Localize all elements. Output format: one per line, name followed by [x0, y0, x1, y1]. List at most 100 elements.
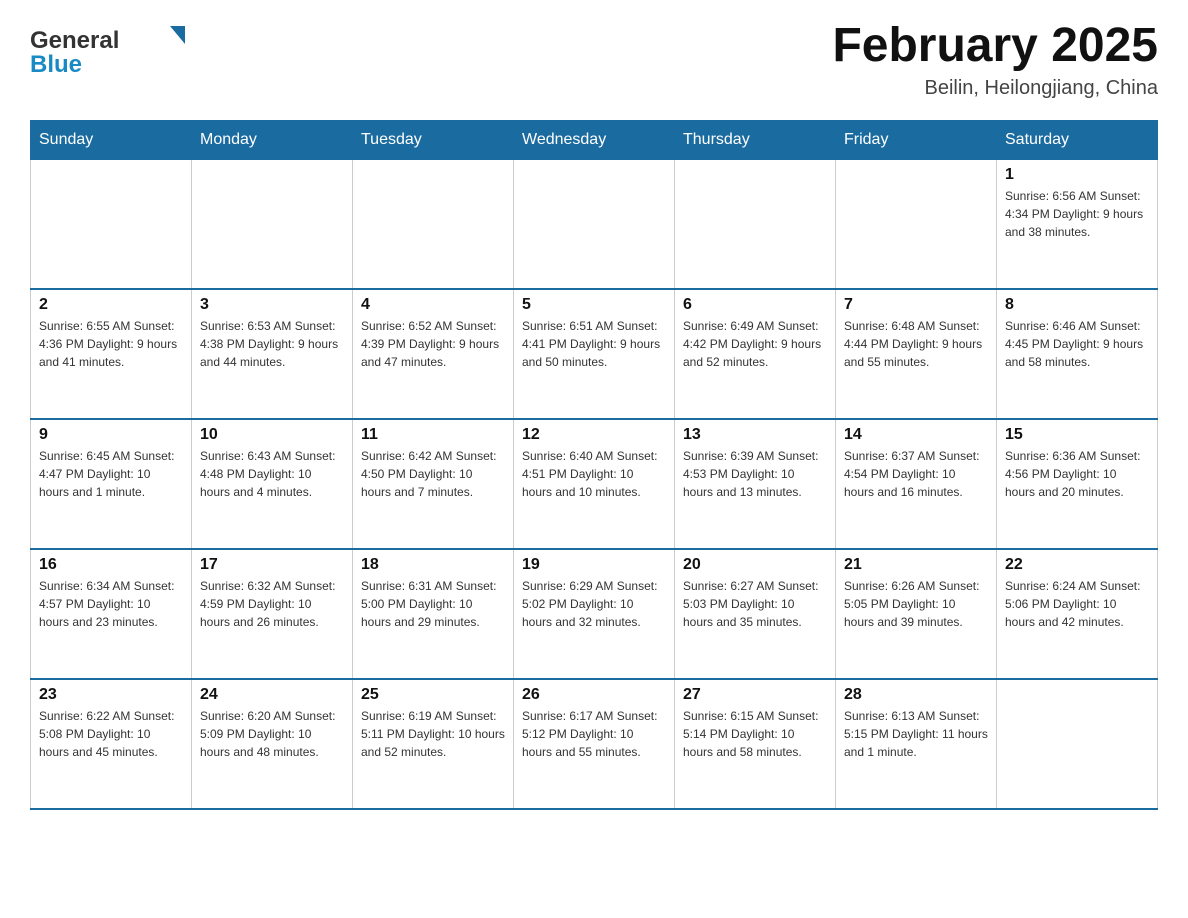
day-cell: 17 Sunrise: 6:32 AM Sunset: 4:59 PM Dayli…: [192, 549, 353, 679]
day-number: 4: [361, 296, 505, 314]
day-cell: 22 Sunrise: 6:24 AM Sunset: 5:06 PM Dayli…: [997, 549, 1158, 679]
day-cell: 13 Sunrise: 6:39 AM Sunset: 4:53 PM Dayli…: [675, 419, 836, 549]
day-number: 11: [361, 426, 505, 444]
day-cell: [997, 679, 1158, 809]
day-info: Sunrise: 6:56 AM Sunset: 4:34 PM Dayligh…: [1005, 187, 1149, 241]
day-info: Sunrise: 6:15 AM Sunset: 5:14 PM Dayligh…: [683, 707, 827, 761]
day-number: 20: [683, 556, 827, 574]
day-number: 12: [522, 426, 666, 444]
day-number: 23: [39, 686, 183, 704]
title-area: February 2025 Beilin, Heilongjiang, Chin…: [832, 20, 1158, 100]
day-cell: 1 Sunrise: 6:56 AM Sunset: 4:34 PM Daylig…: [997, 159, 1158, 289]
day-info: Sunrise: 6:34 AM Sunset: 4:57 PM Dayligh…: [39, 577, 183, 631]
day-number: 1: [1005, 166, 1149, 184]
logo: General Blue: [30, 20, 185, 80]
logo-svg: General Blue: [30, 20, 185, 80]
day-cell: 28 Sunrise: 6:13 AM Sunset: 5:15 PM Dayli…: [836, 679, 997, 809]
day-info: Sunrise: 6:31 AM Sunset: 5:00 PM Dayligh…: [361, 577, 505, 631]
day-number: 6: [683, 296, 827, 314]
day-cell: 3Sunrise: 6:53 AM Sunset: 4:38 PM Daylig…: [192, 289, 353, 419]
header-monday: Monday: [192, 120, 353, 159]
month-title: February 2025: [832, 20, 1158, 73]
day-cell: 10 Sunrise: 6:43 AM Sunset: 4:48 PM Dayli…: [192, 419, 353, 549]
day-number: 24: [200, 686, 344, 704]
day-info: Sunrise: 6:32 AM Sunset: 4:59 PM Dayligh…: [200, 577, 344, 631]
day-number: 2: [39, 296, 183, 314]
day-info: Sunrise: 6:19 AM Sunset: 5:11 PM Dayligh…: [361, 707, 505, 761]
day-info: Sunrise: 6:46 AM Sunset: 4:45 PM Dayligh…: [1005, 317, 1149, 371]
day-info: Sunrise: 6:13 AM Sunset: 5:15 PM Dayligh…: [844, 707, 988, 761]
day-cell: 2 Sunrise: 6:55 AM Sunset: 4:36 PM Daylig…: [31, 289, 192, 419]
header-saturday: Saturday: [997, 120, 1158, 159]
day-cell: 5 Sunrise: 6:51 AM Sunset: 4:41 PM Daylig…: [514, 289, 675, 419]
day-number: 14: [844, 426, 988, 444]
week-row-1: 1 Sunrise: 6:56 AM Sunset: 4:34 PM Daylig…: [31, 159, 1158, 289]
day-info: Sunrise: 6:26 AM Sunset: 5:05 PM Dayligh…: [844, 577, 988, 631]
day-number: 13: [683, 426, 827, 444]
header-tuesday: Tuesday: [353, 120, 514, 159]
day-info: Sunrise: 6:49 AM Sunset: 4:42 PM Dayligh…: [683, 317, 827, 371]
day-cell: 20Sunrise: 6:27 AM Sunset: 5:03 PM Dayli…: [675, 549, 836, 679]
day-cell: [192, 159, 353, 289]
day-info: Sunrise: 6:55 AM Sunset: 4:36 PM Dayligh…: [39, 317, 183, 371]
header-thursday: Thursday: [675, 120, 836, 159]
day-number: 26: [522, 686, 666, 704]
day-number: 27: [683, 686, 827, 704]
location: Beilin, Heilongjiang, China: [832, 77, 1158, 100]
day-cell: [514, 159, 675, 289]
day-number: 21: [844, 556, 988, 574]
day-cell: 19Sunrise: 6:29 AM Sunset: 5:02 PM Dayli…: [514, 549, 675, 679]
day-number: 8: [1005, 296, 1149, 314]
day-info: Sunrise: 6:53 AM Sunset: 4:38 PM Dayligh…: [200, 317, 344, 371]
day-number: 10: [200, 426, 344, 444]
day-cell: 26 Sunrise: 6:17 AM Sunset: 5:12 PM Dayli…: [514, 679, 675, 809]
day-info: Sunrise: 6:43 AM Sunset: 4:48 PM Dayligh…: [200, 447, 344, 501]
day-cell: 21 Sunrise: 6:26 AM Sunset: 5:05 PM Dayli…: [836, 549, 997, 679]
day-number: 19: [522, 556, 666, 574]
day-cell: 12 Sunrise: 6:40 AM Sunset: 4:51 PM Dayli…: [514, 419, 675, 549]
day-cell: 14 Sunrise: 6:37 AM Sunset: 4:54 PM Dayli…: [836, 419, 997, 549]
day-cell: 6 Sunrise: 6:49 AM Sunset: 4:42 PM Daylig…: [675, 289, 836, 419]
weekday-header-row: Sunday Monday Tuesday Wednesday Thursday…: [31, 120, 1158, 159]
day-info: Sunrise: 6:45 AM Sunset: 4:47 PM Dayligh…: [39, 447, 183, 501]
day-info: Sunrise: 6:39 AM Sunset: 4:53 PM Dayligh…: [683, 447, 827, 501]
day-info: Sunrise: 6:20 AM Sunset: 5:09 PM Dayligh…: [200, 707, 344, 761]
week-row-3: 9Sunrise: 6:45 AM Sunset: 4:47 PM Daylig…: [31, 419, 1158, 549]
day-number: 25: [361, 686, 505, 704]
day-info: Sunrise: 6:22 AM Sunset: 5:08 PM Dayligh…: [39, 707, 183, 761]
page-header: General Blue February 2025 Beilin, Heilo…: [30, 20, 1158, 100]
day-cell: [353, 159, 514, 289]
day-info: Sunrise: 6:17 AM Sunset: 5:12 PM Dayligh…: [522, 707, 666, 761]
day-cell: 7 Sunrise: 6:48 AM Sunset: 4:44 PM Daylig…: [836, 289, 997, 419]
day-info: Sunrise: 6:48 AM Sunset: 4:44 PM Dayligh…: [844, 317, 988, 371]
header-sunday: Sunday: [31, 120, 192, 159]
day-info: Sunrise: 6:24 AM Sunset: 5:06 PM Dayligh…: [1005, 577, 1149, 631]
day-number: 7: [844, 296, 988, 314]
day-cell: 23 Sunrise: 6:22 AM Sunset: 5:08 PM Dayli…: [31, 679, 192, 809]
day-cell: 11 Sunrise: 6:42 AM Sunset: 4:50 PM Dayli…: [353, 419, 514, 549]
day-number: 28: [844, 686, 988, 704]
day-info: Sunrise: 6:51 AM Sunset: 4:41 PM Dayligh…: [522, 317, 666, 371]
svg-text:Blue: Blue: [30, 51, 82, 78]
day-info: Sunrise: 6:36 AM Sunset: 4:56 PM Dayligh…: [1005, 447, 1149, 501]
day-info: Sunrise: 6:40 AM Sunset: 4:51 PM Dayligh…: [522, 447, 666, 501]
header-friday: Friday: [836, 120, 997, 159]
day-cell: 18 Sunrise: 6:31 AM Sunset: 5:00 PM Dayli…: [353, 549, 514, 679]
day-info: Sunrise: 6:37 AM Sunset: 4:54 PM Dayligh…: [844, 447, 988, 501]
day-number: 16: [39, 556, 183, 574]
day-number: 17: [200, 556, 344, 574]
week-row-4: 16 Sunrise: 6:34 AM Sunset: 4:57 PM Dayli…: [31, 549, 1158, 679]
day-cell: [31, 159, 192, 289]
day-number: 22: [1005, 556, 1149, 574]
day-cell: 25 Sunrise: 6:19 AM Sunset: 5:11 PM Dayli…: [353, 679, 514, 809]
day-number: 15: [1005, 426, 1149, 444]
header-wednesday: Wednesday: [514, 120, 675, 159]
day-number: 5: [522, 296, 666, 314]
week-row-2: 2 Sunrise: 6:55 AM Sunset: 4:36 PM Daylig…: [31, 289, 1158, 419]
day-cell: 24 Sunrise: 6:20 AM Sunset: 5:09 PM Dayli…: [192, 679, 353, 809]
day-cell: [675, 159, 836, 289]
calendar-table: Sunday Monday Tuesday Wednesday Thursday…: [30, 120, 1158, 811]
day-number: 18: [361, 556, 505, 574]
day-cell: 15 Sunrise: 6:36 AM Sunset: 4:56 PM Dayli…: [997, 419, 1158, 549]
day-info: Sunrise: 6:42 AM Sunset: 4:50 PM Dayligh…: [361, 447, 505, 501]
